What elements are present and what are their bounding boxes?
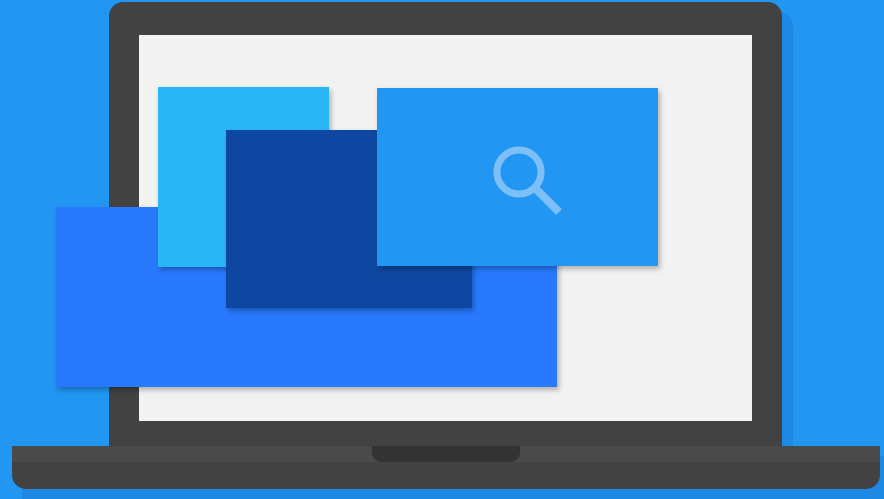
laptop-base	[12, 446, 880, 489]
window-search	[377, 88, 658, 266]
search-icon	[493, 146, 562, 215]
trackpad-notch	[372, 446, 520, 462]
